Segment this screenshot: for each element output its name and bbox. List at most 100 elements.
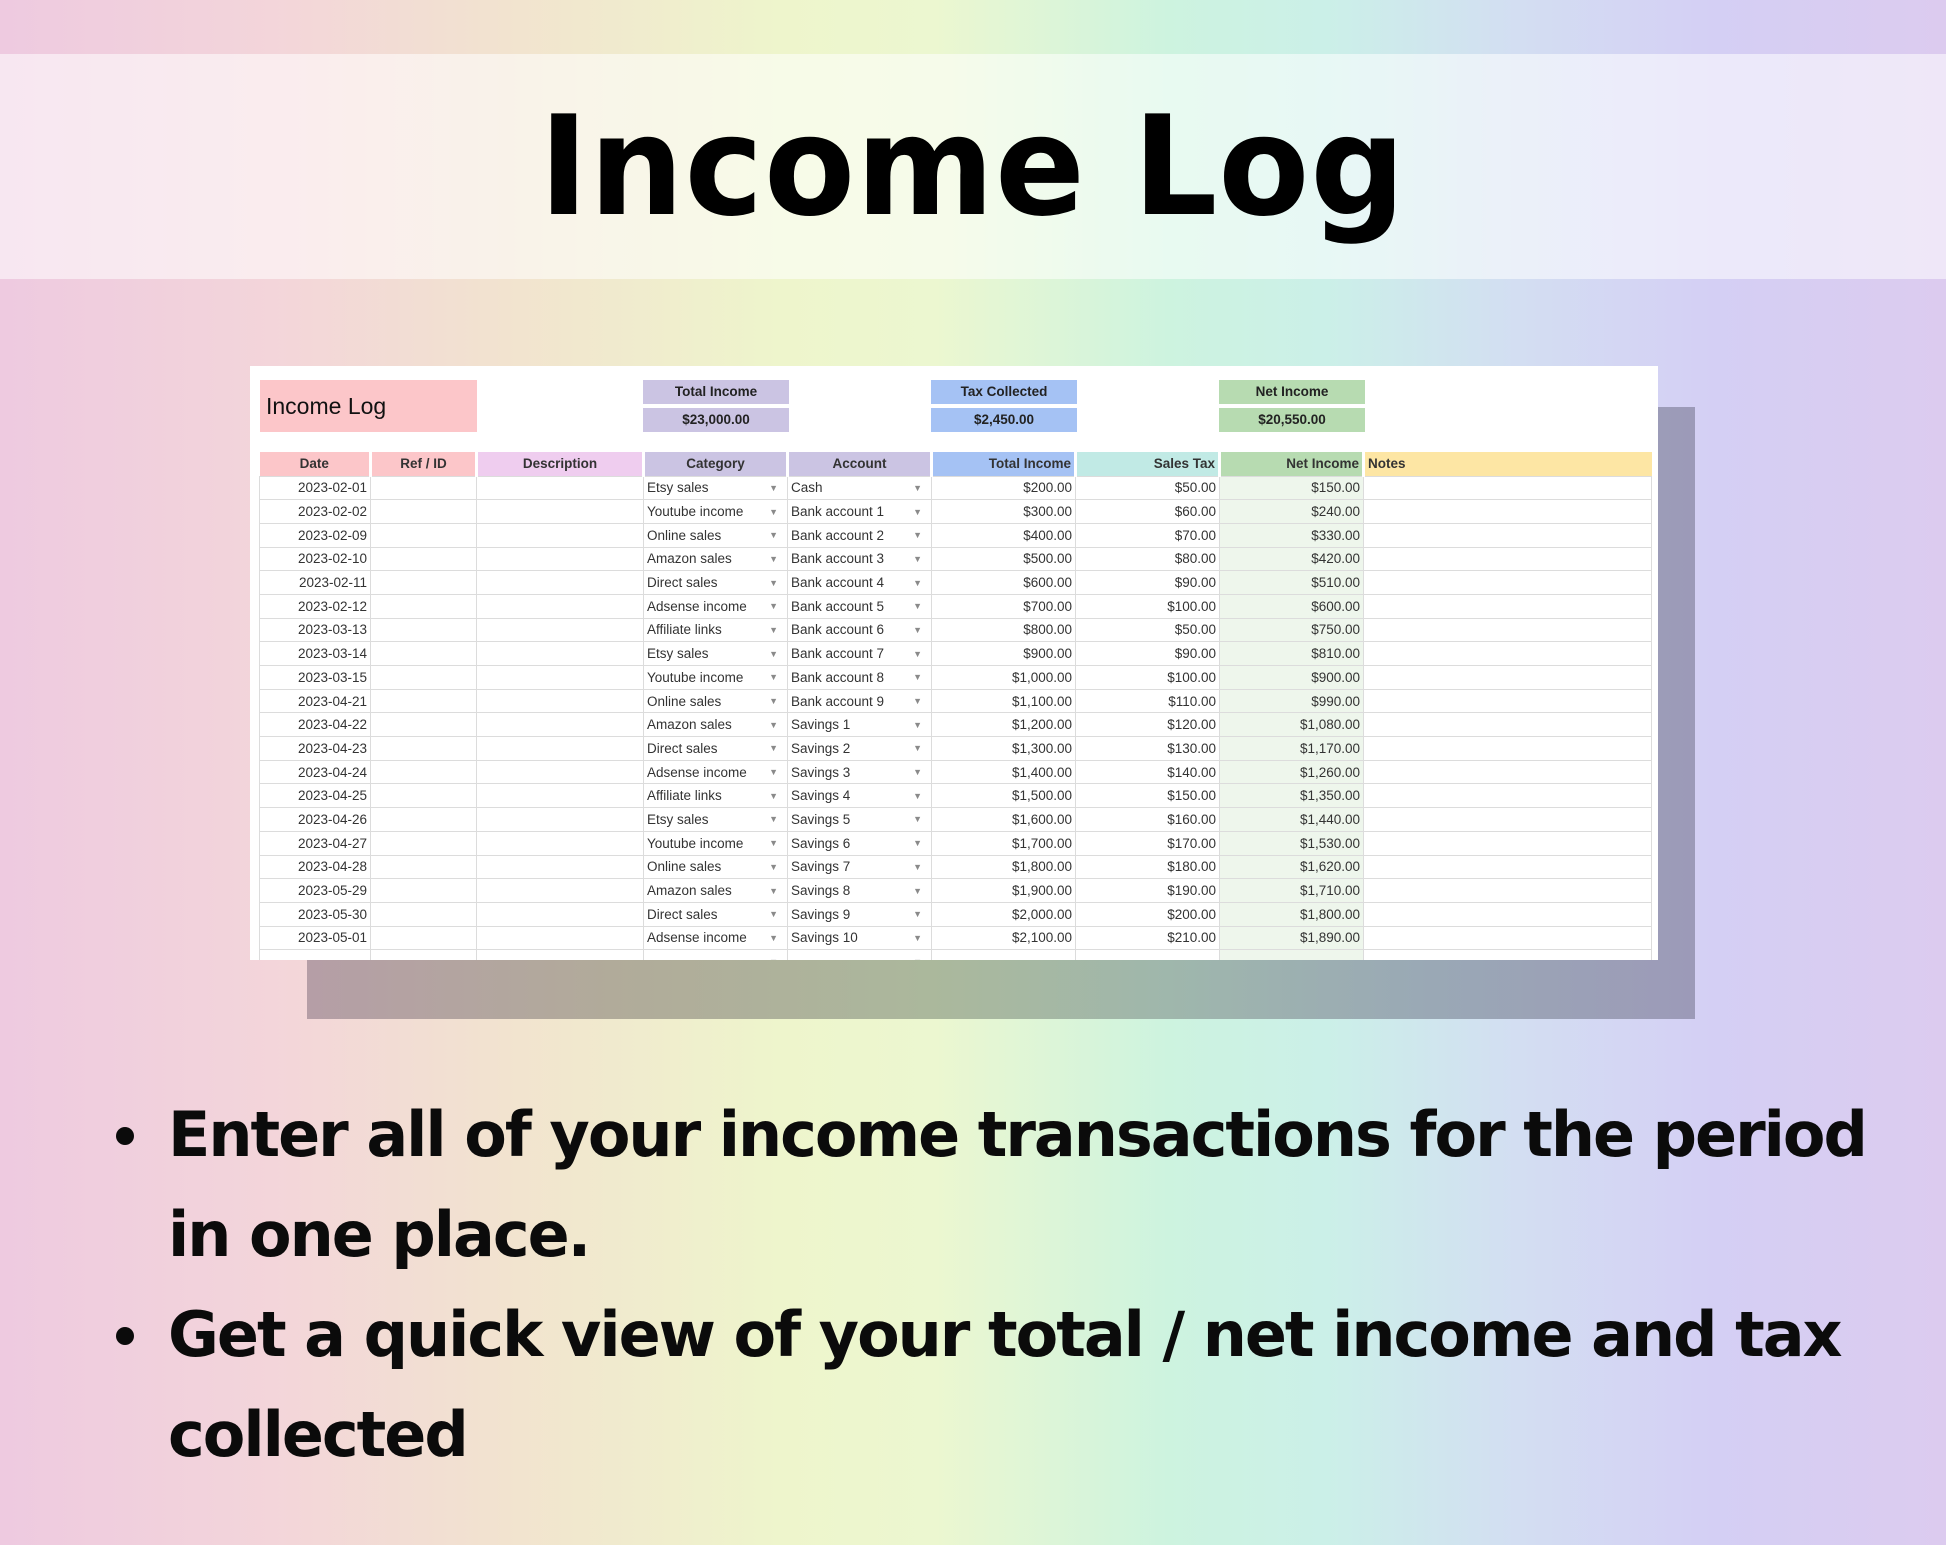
- col-header-notes[interactable]: Notes: [1363, 452, 1652, 476]
- cell-total-income[interactable]: $800.00: [931, 617, 1076, 643]
- cell-net-income[interactable]: $1,440.00: [1219, 807, 1364, 832]
- caret-down-icon[interactable]: ▼: [769, 886, 784, 896]
- caret-down-icon[interactable]: ▼: [913, 483, 928, 493]
- col-header-total-income[interactable]: Total Income: [931, 452, 1077, 476]
- cell-date[interactable]: 2023-02-10: [259, 546, 371, 572]
- cell-account[interactable]: Bank account 6 ▼: [787, 617, 932, 643]
- cell-total-income[interactable]: $1,900.00: [931, 878, 1076, 903]
- cell-ref[interactable]: [370, 807, 477, 832]
- cell-sales-tax[interactable]: $80.00: [1075, 546, 1220, 572]
- cell-account[interactable]: Savings 5 ▼: [787, 807, 932, 832]
- caret-down-icon[interactable]: ▼: [769, 696, 784, 706]
- cell-date[interactable]: 2023-04-28: [259, 854, 371, 880]
- cell-notes[interactable]: [1363, 570, 1652, 595]
- caret-down-icon[interactable]: ▼: [913, 601, 928, 611]
- cell-sales-tax[interactable]: [1075, 949, 1220, 960]
- cell-date[interactable]: 2023-04-27: [259, 830, 371, 856]
- cell-description[interactable]: [476, 522, 644, 548]
- cell-sales-tax[interactable]: $160.00: [1075, 807, 1220, 832]
- cell-total-income[interactable]: $1,800.00: [931, 854, 1076, 880]
- cell-net-income[interactable]: $1,890.00: [1219, 925, 1364, 951]
- cell-notes[interactable]: [1363, 854, 1652, 880]
- cell-sales-tax[interactable]: $140.00: [1075, 759, 1220, 785]
- caret-down-icon[interactable]: ▼: [913, 886, 928, 896]
- cell-notes[interactable]: [1363, 949, 1652, 960]
- cell-account[interactable]: Savings 1 ▼: [787, 712, 932, 738]
- cell-total-income[interactable]: $1,400.00: [931, 759, 1076, 785]
- cell-sales-tax[interactable]: $100.00: [1075, 665, 1220, 690]
- cell-sales-tax[interactable]: $90.00: [1075, 570, 1220, 595]
- caret-down-icon[interactable]: ▼: [769, 838, 784, 848]
- caret-down-icon[interactable]: ▼: [769, 483, 784, 493]
- cell-notes[interactable]: [1363, 878, 1652, 903]
- cell-notes[interactable]: [1363, 830, 1652, 856]
- cell-date[interactable]: 2023-02-01: [259, 475, 371, 501]
- cell-account[interactable]: Bank account 7 ▼: [787, 641, 932, 666]
- cell-notes[interactable]: [1363, 593, 1652, 619]
- cell-ref[interactable]: [370, 759, 477, 785]
- cell-ref[interactable]: [370, 546, 477, 572]
- cell-date[interactable]: 2023-02-02: [259, 499, 371, 524]
- cell-net-income[interactable]: $330.00: [1219, 522, 1364, 548]
- caret-down-icon[interactable]: ▼: [913, 672, 928, 682]
- cell-sales-tax[interactable]: $170.00: [1075, 830, 1220, 856]
- cell-category[interactable]: Youtube income ▼: [643, 830, 788, 856]
- cell-total-income[interactable]: $900.00: [931, 641, 1076, 666]
- cell-description[interactable]: [476, 688, 644, 714]
- cell-total-income[interactable]: $400.00: [931, 522, 1076, 548]
- cell-notes[interactable]: [1363, 759, 1652, 785]
- cell-total-income[interactable]: $600.00: [931, 570, 1076, 595]
- cell-ref[interactable]: [370, 878, 477, 903]
- caret-down-icon[interactable]: ▼: [769, 672, 784, 682]
- cell-notes[interactable]: [1363, 546, 1652, 572]
- caret-down-icon[interactable]: ▼: [769, 649, 784, 659]
- cell-description[interactable]: [476, 925, 644, 951]
- cell-ref[interactable]: [370, 570, 477, 595]
- caret-down-icon[interactable]: ▼: [913, 743, 928, 753]
- col-header-account[interactable]: Account: [787, 452, 933, 476]
- cell-ref[interactable]: [370, 499, 477, 524]
- cell-ref[interactable]: [370, 665, 477, 690]
- caret-down-icon[interactable]: ▼: [769, 554, 784, 564]
- cell-notes[interactable]: [1363, 617, 1652, 643]
- cell-date[interactable]: 2023-02-12: [259, 593, 371, 619]
- caret-down-icon[interactable]: ▼: [769, 507, 784, 517]
- cell-description[interactable]: [476, 901, 644, 927]
- cell-sales-tax[interactable]: $120.00: [1075, 712, 1220, 738]
- cell-sales-tax[interactable]: $70.00: [1075, 522, 1220, 548]
- caret-down-icon[interactable]: ▼: [913, 720, 928, 730]
- cell-net-income[interactable]: $1,530.00: [1219, 830, 1364, 856]
- cell-account[interactable]: Bank account 3 ▼: [787, 546, 932, 572]
- cell-account[interactable]: Bank account 4 ▼: [787, 570, 932, 595]
- cell-account[interactable]: Savings 3 ▼: [787, 759, 932, 785]
- cell-category[interactable]: Youtube income ▼: [643, 499, 788, 524]
- cell-account[interactable]: Bank account 1 ▼: [787, 499, 932, 524]
- cell-description[interactable]: [476, 830, 644, 856]
- cell-notes[interactable]: [1363, 783, 1652, 809]
- cell-date[interactable]: 2023-04-24: [259, 759, 371, 785]
- cell-sales-tax[interactable]: $90.00: [1075, 641, 1220, 666]
- cell-notes[interactable]: [1363, 807, 1652, 832]
- cell-ref[interactable]: [370, 475, 477, 501]
- cell-description[interactable]: [476, 475, 644, 501]
- cell-category[interactable]: Online sales ▼: [643, 522, 788, 548]
- cell-date[interactable]: 2023-05-01: [259, 925, 371, 951]
- cell-total-income[interactable]: $1,200.00: [931, 712, 1076, 738]
- cell-sales-tax[interactable]: $150.00: [1075, 783, 1220, 809]
- cell-description[interactable]: [476, 949, 644, 960]
- cell-total-income[interactable]: $1,600.00: [931, 807, 1076, 832]
- cell-description[interactable]: [476, 593, 644, 619]
- cell-account[interactable]: Cash ▼: [787, 475, 932, 501]
- cell-total-income[interactable]: $1,100.00: [931, 688, 1076, 714]
- cell-category[interactable]: Adsense income ▼: [643, 759, 788, 785]
- caret-down-icon[interactable]: ▼: [769, 601, 784, 611]
- cell-notes[interactable]: [1363, 925, 1652, 951]
- cell-category[interactable]: ▼: [643, 949, 788, 960]
- caret-down-icon[interactable]: ▼: [913, 862, 928, 872]
- col-header-ref[interactable]: Ref / ID: [370, 452, 478, 476]
- cell-sales-tax[interactable]: $60.00: [1075, 499, 1220, 524]
- cell-net-income[interactable]: $1,800.00: [1219, 901, 1364, 927]
- cell-category[interactable]: Direct sales ▼: [643, 736, 788, 761]
- cell-account[interactable]: Savings 2 ▼: [787, 736, 932, 761]
- cell-net-income[interactable]: $600.00: [1219, 593, 1364, 619]
